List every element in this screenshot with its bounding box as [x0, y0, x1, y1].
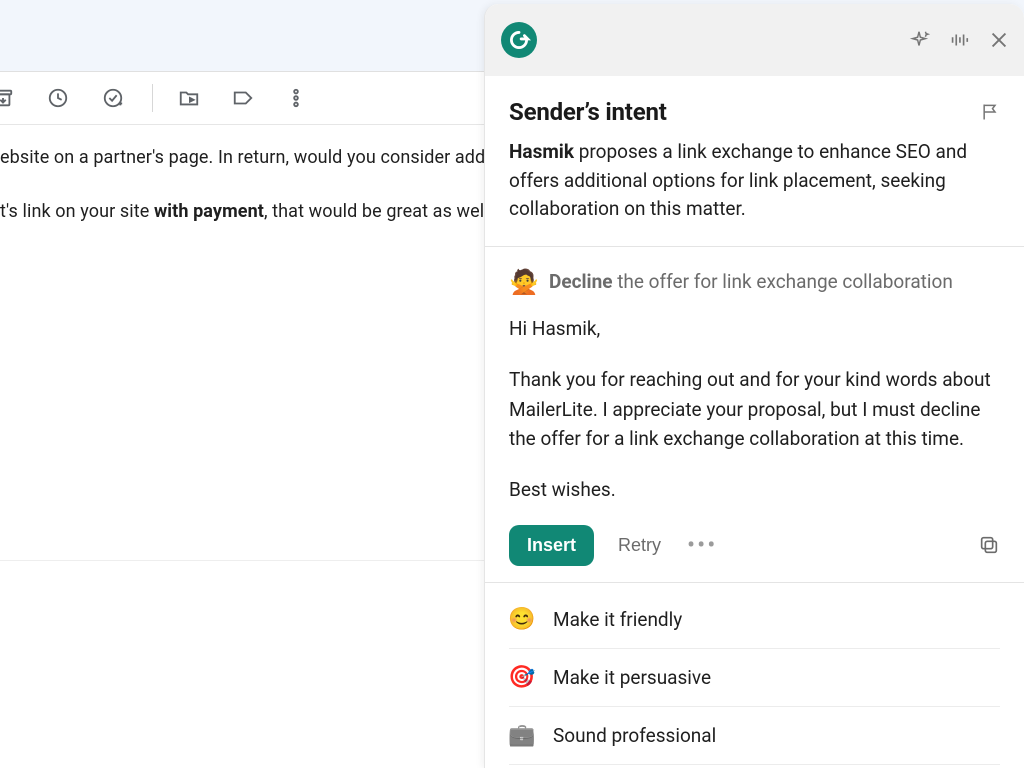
grammarly-panel: Sender’s intent Hasmik proposes a link e…	[484, 4, 1024, 768]
close-icon[interactable]	[988, 29, 1010, 51]
draft-actions: Insert Retry •••	[509, 525, 1000, 566]
draft-action: Decline	[549, 270, 612, 293]
draft-body: Hi Hasmik, Thank you for reaching out an…	[509, 314, 1000, 505]
sparkle-icon[interactable]	[908, 29, 930, 51]
smile-emoji-icon: 😊	[509, 607, 535, 632]
intent-sender: Hasmik	[509, 140, 574, 163]
copy-icon[interactable]	[978, 534, 1000, 556]
snooze-icon[interactable]	[47, 87, 69, 109]
grammarly-logo[interactable]	[501, 22, 537, 58]
more-icon[interactable]	[285, 87, 307, 109]
panel-header	[485, 4, 1024, 76]
toolbar-separator	[152, 84, 153, 112]
move-to-icon[interactable]	[178, 87, 200, 109]
section-header: Sender’s intent	[485, 76, 1024, 138]
option-label: Make it friendly	[553, 608, 682, 631]
option-label: Make it persuasive	[553, 666, 711, 689]
mail-text: t's link on your site	[0, 201, 154, 222]
insert-button[interactable]: Insert	[509, 525, 594, 566]
archive-icon[interactable]	[0, 87, 14, 109]
tone-options: 😊 Make it friendly 🎯 Make it persuasive …	[485, 583, 1024, 768]
mail-text: , that would be great as well.	[264, 201, 494, 222]
decline-emoji-icon: 🙅	[509, 267, 535, 298]
draft-header[interactable]: 🙅 Decline the offer for link exchange co…	[509, 267, 1000, 298]
mail-body-line1: ebsite on a partner's page. In return, w…	[0, 145, 534, 170]
draft-action-rest: the offer for link exchange collaboratio…	[612, 270, 952, 293]
option-label: Sound professional	[553, 724, 716, 747]
draft-greeting: Hi Hasmik,	[509, 314, 1000, 343]
add-task-icon[interactable]	[102, 87, 124, 109]
mail-body-line2: t's link on your site with payment, that…	[0, 199, 494, 224]
retry-button[interactable]: Retry	[612, 534, 667, 557]
voice-icon[interactable]	[948, 29, 970, 51]
section-title: Sender’s intent	[509, 98, 980, 126]
mail-text: ebsite on a partner's page. In return, w…	[0, 147, 534, 168]
flag-icon[interactable]	[980, 101, 1000, 123]
draft-signoff: Best wishes.	[509, 475, 1000, 504]
option-friendly[interactable]: 😊 Make it friendly	[509, 591, 1000, 649]
mail-text-bold: with payment	[154, 201, 264, 222]
briefcase-emoji-icon: 💼	[509, 723, 535, 748]
draft-card: 🙅 Decline the offer for link exchange co…	[485, 247, 1024, 582]
labels-icon[interactable]	[232, 87, 254, 109]
draft-text: Thank you for reaching out and for your …	[509, 365, 1000, 453]
intent-rest: proposes a link exchange to enhance SEO …	[509, 140, 967, 220]
more-actions-icon[interactable]: •••	[687, 531, 717, 559]
option-professional[interactable]: 💼 Sound professional	[509, 707, 1000, 765]
target-emoji-icon: 🎯	[509, 665, 535, 690]
intent-summary: Hasmik proposes a link exchange to enhan…	[485, 138, 1024, 246]
option-persuasive[interactable]: 🎯 Make it persuasive	[509, 649, 1000, 707]
